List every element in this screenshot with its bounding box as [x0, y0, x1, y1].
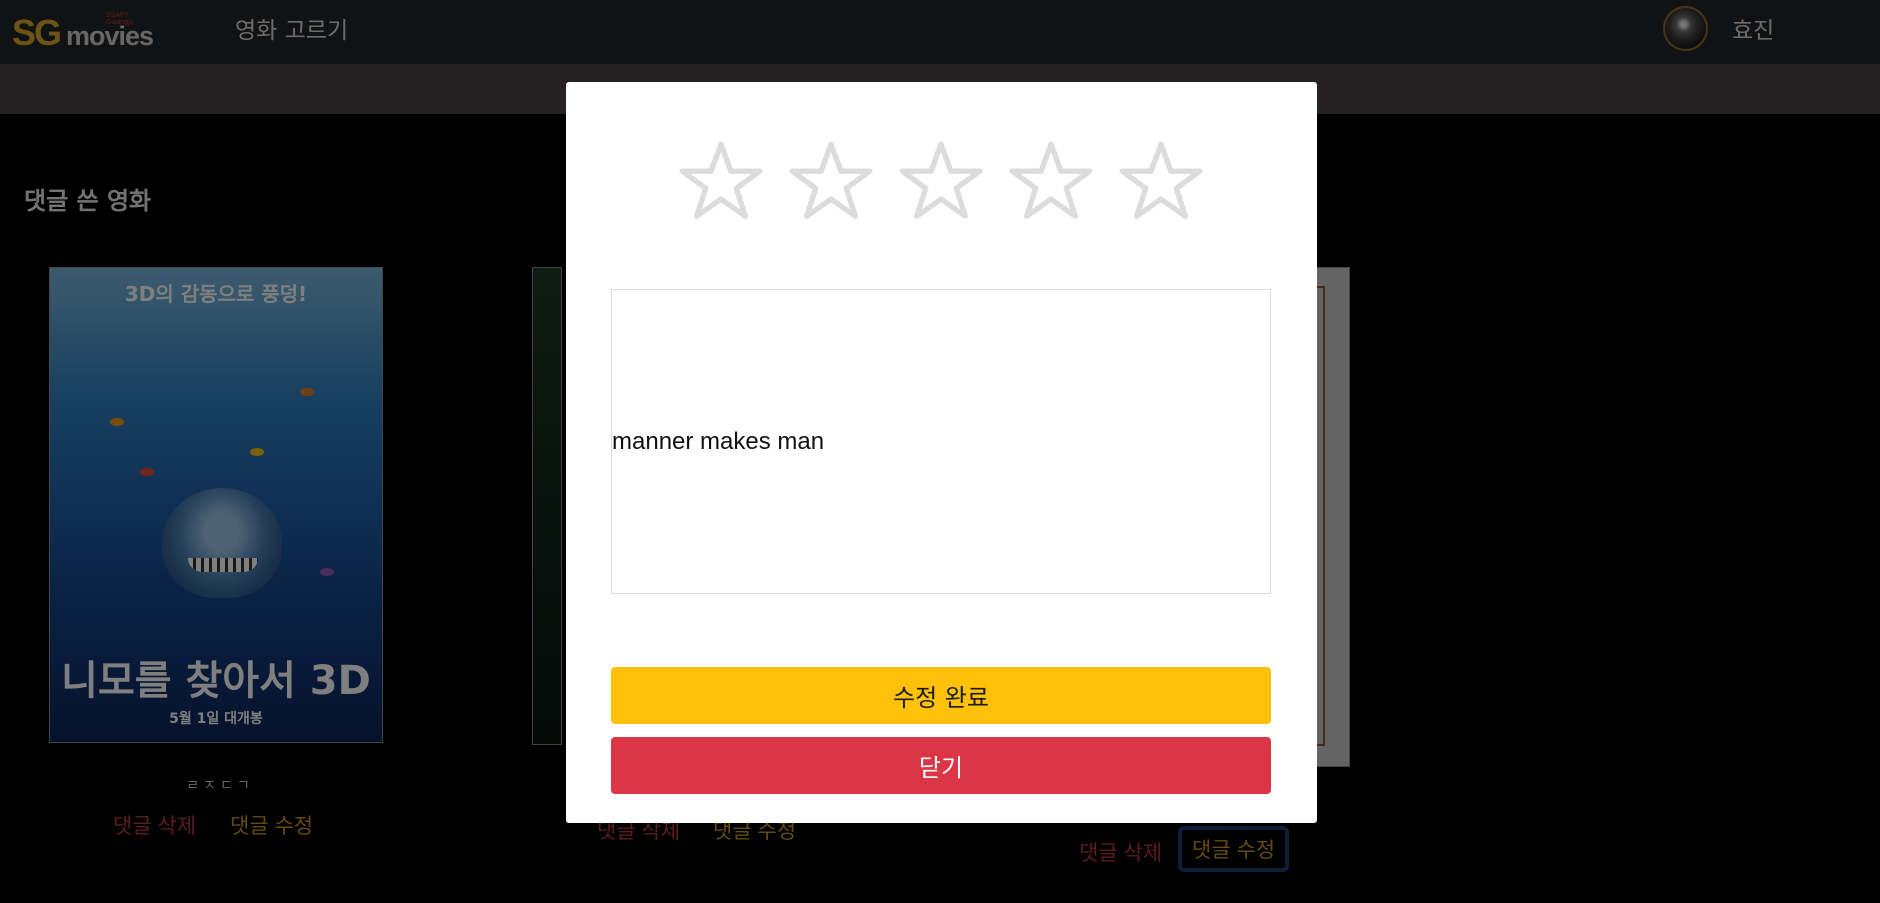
star-icon[interactable] [786, 137, 876, 227]
edit-comment-modal: manner makes man 수정 완료 닫기 [566, 82, 1317, 823]
star-rating [676, 137, 1206, 227]
close-modal-button[interactable]: 닫기 [611, 737, 1271, 794]
comment-textarea[interactable]: manner makes man [611, 289, 1271, 594]
star-icon[interactable] [1006, 137, 1096, 227]
star-icon[interactable] [676, 137, 766, 227]
save-edit-button[interactable]: 수정 완료 [611, 667, 1271, 724]
page: SG movies SSAFY Gwangju 영화 고르기 효진 댓글 쓴 영… [0, 0, 1880, 903]
star-icon[interactable] [896, 137, 986, 227]
star-icon[interactable] [1116, 137, 1206, 227]
comment-text: manner makes man [612, 427, 825, 455]
